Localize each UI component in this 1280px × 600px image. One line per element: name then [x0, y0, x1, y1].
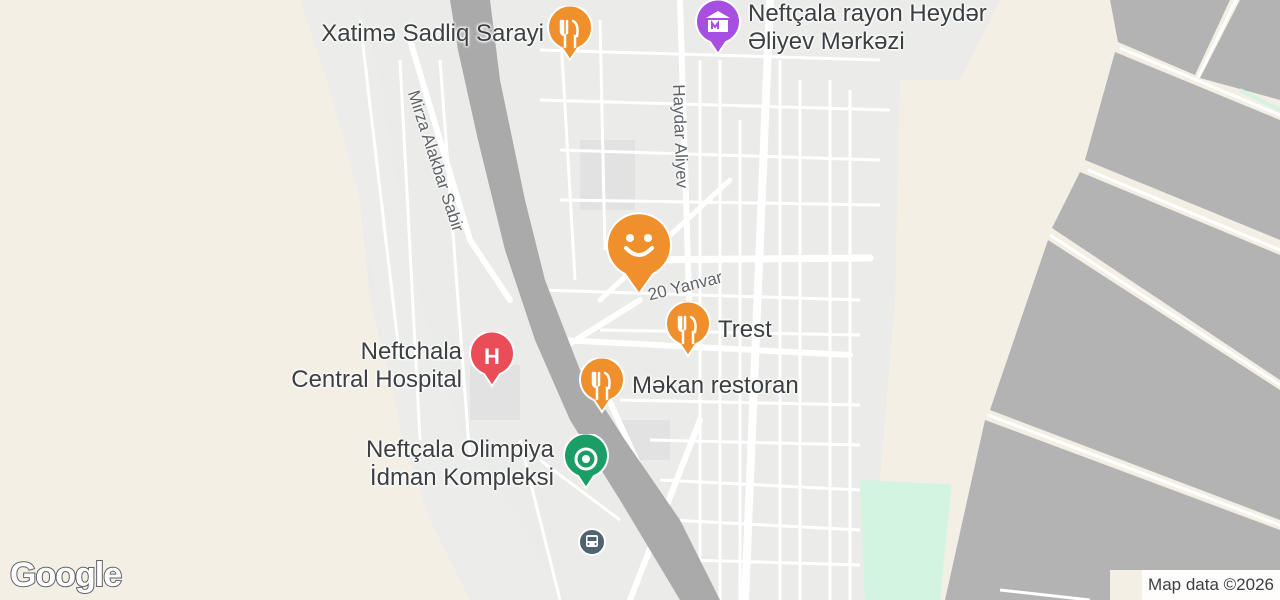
svg-text:H: H	[484, 344, 500, 369]
fork-knife-icon	[547, 4, 593, 62]
fork-knife-icon	[665, 300, 711, 358]
poi-heydar-center-label: Neftçala rayon Heydər Əliyev Mərkəzi	[748, 0, 987, 56]
poi-hospital-label: Neftchala Central Hospital	[291, 338, 462, 394]
poi-hospital-label-line-1: Neftchala	[360, 338, 462, 365]
poi-hospital[interactable]: H	[468, 330, 516, 388]
poi-olimpiya-label: Neftçala Olimpiya İdman Kompleksi	[366, 436, 554, 492]
poi-olimpiya-label-line-2: İdman Kompleksi	[369, 464, 554, 491]
google-logo: Google	[9, 555, 123, 595]
map-canvas[interactable]: Mirza Alakbar Sabir Haydar Aliyev 20 Yan…	[0, 0, 1280, 600]
poi-mekan-label: Məkan restoran	[632, 372, 799, 399]
poi-trest[interactable]	[664, 300, 712, 358]
bus-icon	[578, 528, 606, 556]
stadium-icon	[563, 432, 609, 490]
farm-fields	[940, 0, 1280, 600]
poi-heydar-label-line-2: Əliyev Mərkəzi	[748, 28, 905, 55]
poi-heydar-label-line-1: Neftçala rayon Heydər	[748, 0, 987, 27]
location-marker[interactable]	[604, 210, 674, 296]
map-base-layer	[0, 0, 1280, 600]
poi-heydar-center[interactable]	[694, 0, 742, 56]
smiley-marker-icon	[606, 212, 672, 296]
poi-mekan[interactable]	[578, 356, 626, 414]
poi-trest-label: Trest	[718, 316, 772, 343]
museum-icon	[695, 0, 741, 56]
poi-xatime[interactable]	[546, 4, 594, 62]
poi-olimpiya-label-line-1: Neftçala Olimpiya	[365, 436, 554, 463]
map-attribution[interactable]: Map data ©2026	[1142, 570, 1280, 600]
poi-hospital-label-line-2: Central Hospital	[291, 366, 462, 393]
fork-knife-icon	[579, 356, 625, 414]
poi-bus-stop[interactable]	[578, 528, 606, 558]
poi-olimpiya[interactable]	[562, 432, 610, 490]
hospital-icon: H	[469, 330, 515, 388]
street-label-haydar: Haydar Aliyev	[669, 84, 692, 189]
poi-xatime-label: Xatimə Sadliq Sarayi	[321, 20, 544, 47]
